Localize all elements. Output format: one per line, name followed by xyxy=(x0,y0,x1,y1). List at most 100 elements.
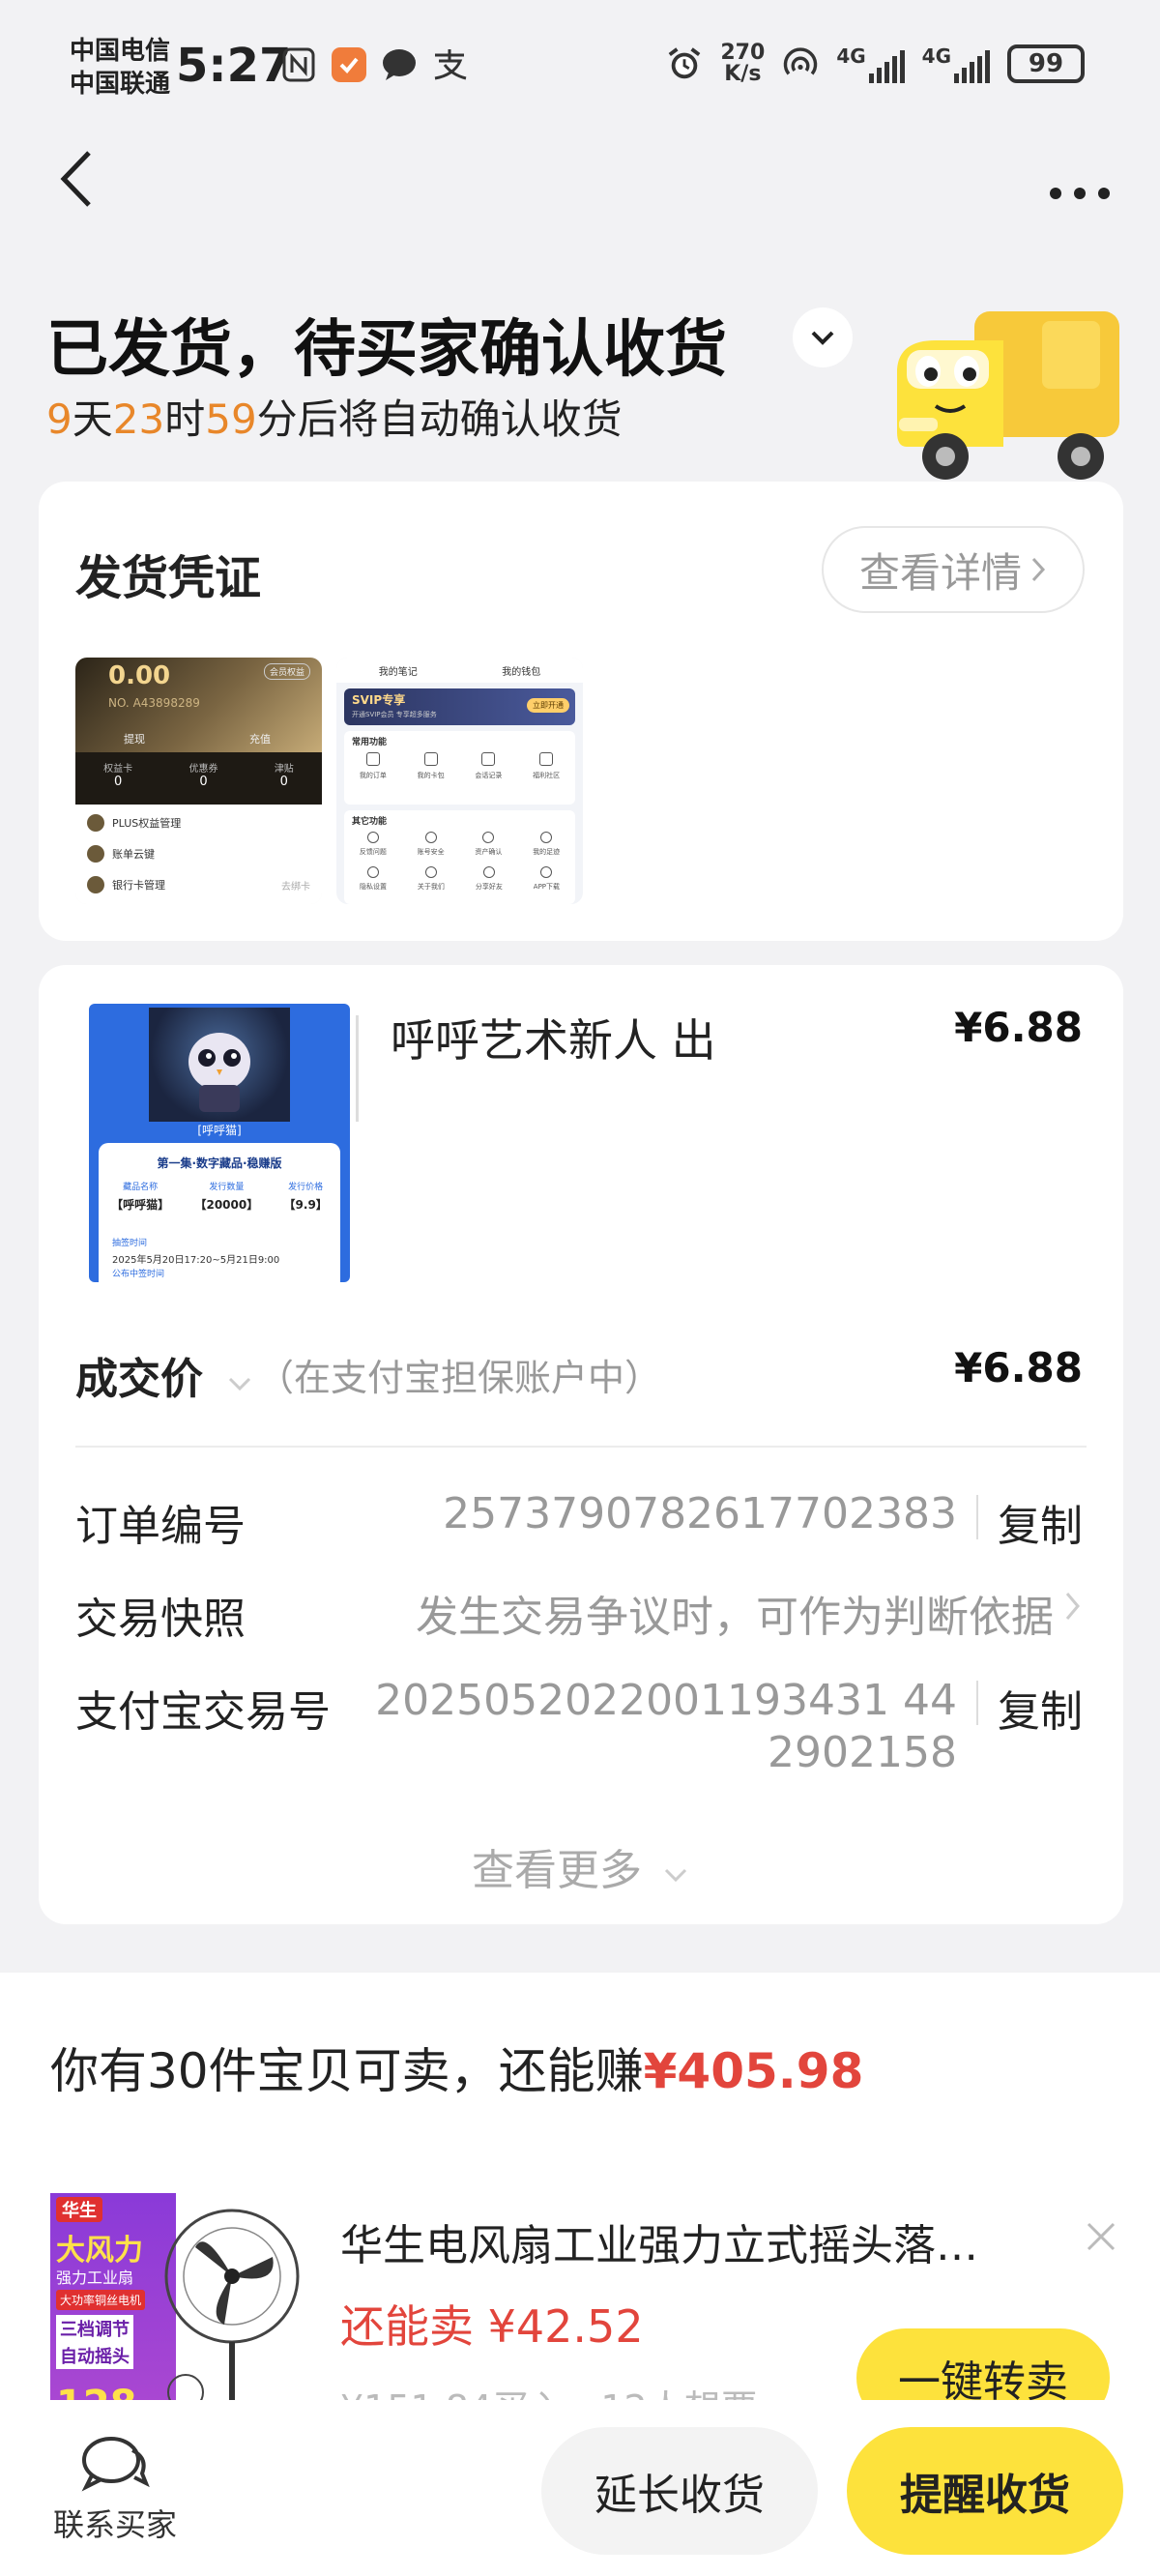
product-name[interactable]: 呼呼艺术新人 出 xyxy=(391,1006,716,1069)
nfc-icon xyxy=(280,46,317,83)
chevron-right-icon xyxy=(1065,1593,1080,1620)
alipay-number-line2: 2902158 xyxy=(768,1728,957,1777)
countdown-days-unit: 天 xyxy=(72,395,113,443)
wallet-stat-label: 优惠券 xyxy=(188,764,218,775)
order-details-card: [呼呼猫] 第一集·数字藏品·稳赚版 藏品名称 【呼呼猫】 发行数量 【20000】… xyxy=(39,965,1123,1924)
contact-buyer-label: 联系买家 xyxy=(52,2506,177,2543)
product-img-col-value: 【呼呼猫】 xyxy=(111,1198,170,1212)
product-price: ¥6.88 xyxy=(954,1004,1083,1051)
wallet-menu-hint: 去绑卡 xyxy=(281,881,310,893)
extend-delivery-button[interactable]: 延长收货 xyxy=(541,2427,818,2555)
proof-image-profile[interactable]: 我的笔记 我的钱包 SVIP专享 开通SVIP会员 专享超多服务 立即开通 常用… xyxy=(336,658,583,904)
fan-img-headline: 大风力 xyxy=(56,2234,143,2268)
wallet-menu-label: 银行卡管理 xyxy=(112,879,165,892)
copy-order-number-button[interactable]: 复制 xyxy=(998,1491,1083,1553)
shipping-proof-title: 发货凭证 xyxy=(75,551,262,605)
profile-func-label: 反馈问题 xyxy=(359,848,387,856)
profile-func-label: 隐私设置 xyxy=(359,883,387,891)
countdown-hours-unit: 时 xyxy=(164,395,206,443)
fan-product-name[interactable]: 华生电风扇工业强力立式摇头落… xyxy=(340,2210,978,2272)
back-button[interactable] xyxy=(54,145,102,213)
carrier-names: 中国电信 中国联通 xyxy=(70,35,170,101)
wallet-stat-label: 津贴 xyxy=(274,764,294,775)
fan-img-sub: 强力工业扇 xyxy=(56,2269,134,2287)
deal-price-note: （在支付宝担保账户中） xyxy=(257,1357,662,1399)
profile-func-item: 隐私设置 xyxy=(360,866,387,892)
carrier-1: 中国电信 xyxy=(70,37,171,66)
profile-func-item: 分享好友 xyxy=(476,866,503,892)
more-options-button[interactable] xyxy=(1046,164,1114,214)
product-img-tag: [呼呼猫] xyxy=(197,1124,242,1137)
contact-buyer-button[interactable]: 联系买家 xyxy=(43,2435,188,2545)
profile-func-label: 我的订单 xyxy=(359,772,387,779)
wallet-stat-value: 0 xyxy=(114,775,123,789)
alipay-trade-number-label: 支付宝交易号 xyxy=(75,1687,331,1737)
status-expand-button[interactable] xyxy=(793,307,853,367)
product-img-col: 发行数量 【20000】 xyxy=(194,1180,258,1213)
order-number-value: 2573790782617702383 xyxy=(443,1489,957,1538)
speed-unit: K/s xyxy=(724,62,762,86)
chevron-down-icon xyxy=(664,1868,687,1883)
wallet-stat-label: 权益卡 xyxy=(103,764,133,775)
status-bar: 中国电信 中国联通 5:27 270 K/s 4G 4G 99 xyxy=(0,0,1160,145)
speed-value: 270 xyxy=(720,41,766,65)
product-img-note: 公布中签时间 xyxy=(112,1270,165,1279)
product-img-time-label: 抽签时间 xyxy=(112,1239,148,1248)
profile-func-label: 资产确认 xyxy=(475,848,503,856)
profile-func-item: 会话记录 xyxy=(475,752,502,780)
alipay-number-line1: 2025052022001193431 44 xyxy=(375,1676,957,1725)
wallet-badge: 会员权益 xyxy=(263,663,310,680)
profile-func-label: 关于我们 xyxy=(417,883,445,891)
svip-open-button: 立即开通 xyxy=(527,698,569,713)
countdown-hours: 23 xyxy=(112,395,165,443)
product-img-col-label: 藏品名称 xyxy=(123,1183,159,1192)
view-details-label: 查看详情 xyxy=(858,548,1022,597)
product-image[interactable]: [呼呼猫] 第一集·数字藏品·稳赚版 藏品名称 【呼呼猫】 发行数量 【20000】… xyxy=(89,1004,359,1282)
chevron-down-icon xyxy=(811,331,834,345)
profile-func-item: 我的卡包 xyxy=(418,752,445,780)
deal-price: ¥6.88 xyxy=(954,1344,1083,1391)
fan-resell-amount: ¥42.52 xyxy=(487,2300,644,2353)
wallet-stat: 权益卡 0 xyxy=(103,760,132,789)
alipay-icon xyxy=(431,46,468,83)
fan-resell-label: 还能卖 xyxy=(340,2300,474,2353)
chat-bubble-icon xyxy=(381,46,418,83)
profile-func-item: 我的订单 xyxy=(360,752,387,780)
see-more-label: 查看更多 xyxy=(472,1846,642,1895)
product-img-col-label: 发行价格 xyxy=(288,1183,324,1192)
profile-func-label: 会话记录 xyxy=(475,772,503,779)
signal-strength-icon-2: 4G xyxy=(922,44,990,83)
profile-top-item: 我的钱包 xyxy=(502,666,541,678)
chevron-right-icon xyxy=(1031,557,1046,582)
svip-banner-sub: 开通SVIP会员 专享超多服务 xyxy=(352,711,437,718)
copy-alipay-number-button[interactable]: 复制 xyxy=(998,1677,1083,1739)
wallet-menu-item: PLUS权益管理 xyxy=(75,805,322,832)
profile-section-title: 其它功能 xyxy=(352,817,388,827)
trade-snapshot-link[interactable]: 发生交易争议时，可作为判断依据 xyxy=(416,1582,1054,1644)
delivery-truck-illustration xyxy=(887,302,1129,485)
trade-snapshot-label: 交易快照 xyxy=(75,1595,246,1644)
deal-price-label[interactable]: 成交价 xyxy=(75,1344,254,1406)
wallet-menu-label: 账单云键 xyxy=(112,848,155,861)
wallet-stat: 优惠券 0 xyxy=(188,760,218,789)
ellipsis-icon xyxy=(1050,188,1110,199)
profile-func-item: 账号安全 xyxy=(418,832,445,857)
divider xyxy=(75,1446,1087,1448)
profile-func-item: APP下载 xyxy=(534,866,560,892)
dismiss-item-button[interactable] xyxy=(1085,2214,1117,2264)
countdown-minutes: 59 xyxy=(205,395,257,443)
wallet-stat: 津贴 0 xyxy=(275,760,294,789)
fan-img-line1: 大功率铜丝电机 xyxy=(56,2290,146,2310)
proof-image-wallet[interactable]: 0.00 NO. A43898289 会员权益 提现 充值 权益卡 0 优惠券 0 … xyxy=(75,658,322,904)
fan-resell-price: 还能卖 ¥42.52 xyxy=(340,2292,644,2356)
signal-strength-icon-1: 4G xyxy=(836,44,905,83)
view-details-button[interactable]: 查看详情 xyxy=(822,526,1085,613)
remind-receipt-button[interactable]: 提醒收货 xyxy=(847,2427,1123,2555)
product-img-col: 藏品名称 【呼呼猫】 xyxy=(111,1180,169,1213)
profile-func-label: 福利社区 xyxy=(533,772,561,779)
countdown-days: 9 xyxy=(46,395,72,443)
see-more-button[interactable]: 查看更多 xyxy=(39,1835,1123,1897)
network-speed: 270 K/s xyxy=(720,43,765,85)
profile-func-item: 反馈问题 xyxy=(360,832,387,857)
bottom-action-bar: 联系买家 延长收货 提醒收货 xyxy=(0,2400,1160,2576)
